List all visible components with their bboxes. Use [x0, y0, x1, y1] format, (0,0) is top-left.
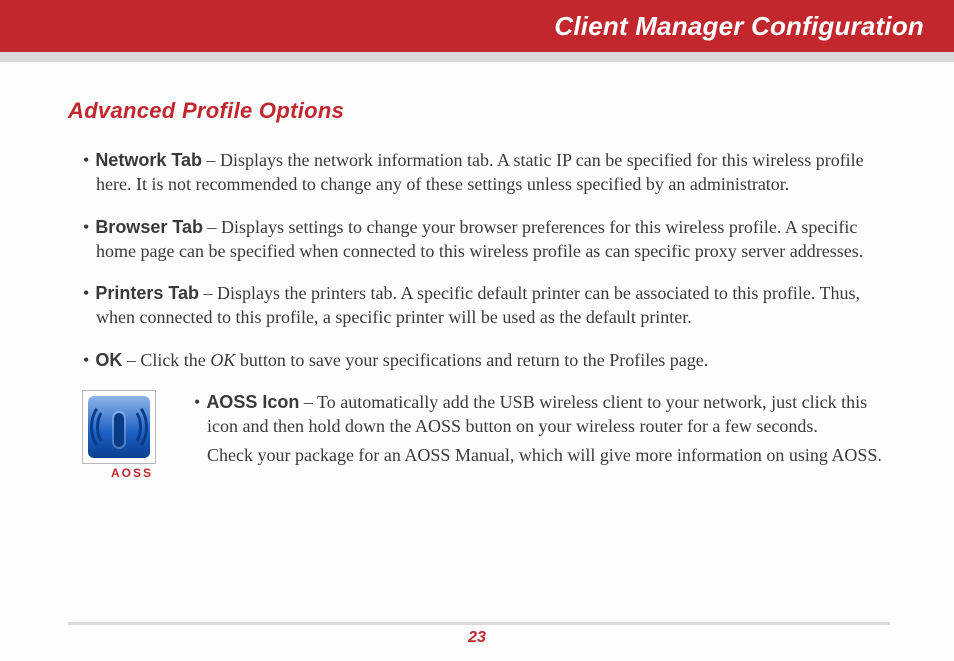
bullet-term: OK	[95, 350, 122, 370]
aoss-icon-wrapper: AOSS	[82, 390, 182, 480]
aoss-term: AOSS Icon	[206, 392, 299, 412]
aoss-followup: Check your package for an AOSS Manual, w…	[182, 443, 890, 467]
bullet-body: – Displays the network information tab. …	[96, 150, 864, 194]
footer-divider	[68, 622, 890, 625]
aoss-main-line: •AOSS Icon – To automatically add the US…	[182, 390, 890, 439]
aoss-icon	[82, 390, 156, 464]
footer: 23	[0, 622, 954, 647]
bullet-network: •Network Tab – Displays the network info…	[68, 148, 890, 197]
page-title: Client Manager Configuration	[554, 11, 924, 42]
bullet-browser: •Browser Tab – Displays settings to chan…	[68, 215, 890, 264]
header-band: Client Manager Configuration	[0, 0, 954, 52]
bullet-list: •Network Tab – Displays the network info…	[68, 148, 890, 372]
bullet-printers: •Printers Tab – Displays the printers ta…	[68, 281, 890, 330]
section-heading: Advanced Profile Options	[68, 98, 890, 124]
bullet-body: – Displays the printers tab. A specific …	[96, 283, 860, 327]
bullet-marker: •	[83, 350, 95, 370]
bullet-marker: •	[194, 392, 206, 412]
bullet-body: – Displays settings to change your brows…	[96, 217, 863, 261]
bullet-marker: •	[83, 217, 95, 237]
aoss-row: AOSS •AOSS Icon – To automatically add t…	[68, 390, 890, 480]
bullet-term: Browser Tab	[95, 217, 203, 237]
bullet-tail: button to save your specifications and r…	[235, 350, 708, 370]
bullet-term: Printers Tab	[95, 283, 199, 303]
bullet-marker: •	[83, 150, 95, 170]
bullet-term: Network Tab	[95, 150, 202, 170]
page-number: 23	[0, 629, 954, 647]
aoss-caption: AOSS	[82, 466, 182, 480]
bullet-ok: •OK – Click the OK button to save your s…	[68, 348, 890, 372]
bullet-em: OK	[210, 350, 235, 370]
bullet-lead: – Click the	[122, 350, 210, 370]
content-area: Advanced Profile Options •Network Tab – …	[0, 62, 954, 480]
header-subband	[0, 52, 954, 62]
aoss-body: – To automatically add the USB wireless …	[207, 392, 867, 436]
bullet-marker: •	[83, 283, 95, 303]
aoss-text: •AOSS Icon – To automatically add the US…	[182, 390, 890, 467]
